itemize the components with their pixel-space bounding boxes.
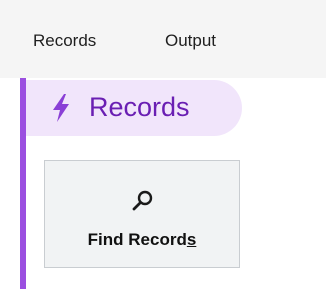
- lightning-bolt-icon: [50, 93, 72, 123]
- find-records-label: Find Records: [44, 230, 240, 250]
- find-records-button[interactable]: [44, 160, 240, 268]
- section-title: Records: [89, 92, 190, 122]
- find-records-label-main: Find Record: [87, 230, 187, 249]
- menu-bar: Records Output: [0, 0, 326, 78]
- search-icon: [131, 189, 155, 213]
- menu-item-records[interactable]: Records: [33, 31, 96, 51]
- find-records-label-mnemonic: s: [186, 230, 197, 249]
- menu-item-output[interactable]: Output: [165, 31, 216, 51]
